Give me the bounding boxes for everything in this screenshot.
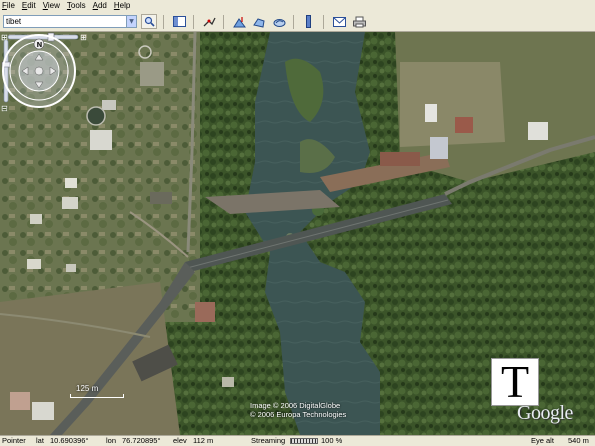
toolbar-separator: [223, 14, 224, 29]
menu-bar: File Edit View Tools Add Help: [0, 0, 595, 12]
google-logo: Google: [517, 402, 573, 424]
email-icon: [332, 17, 346, 27]
tour-icon: [203, 17, 216, 26]
lat-value: 10.690396°: [50, 436, 89, 445]
zoom-in-icon: ⊞: [80, 33, 87, 42]
sidebar-toggle-button[interactable]: [171, 14, 187, 29]
search-go-icon: [144, 16, 155, 27]
north-icon: N: [37, 41, 43, 49]
status-bar: Pointer lat 10.690396° lon 76.720895° el…: [0, 435, 595, 446]
reset-view-icon: [34, 66, 44, 76]
menu-file[interactable]: File: [2, 0, 15, 12]
menu-help[interactable]: Help: [114, 0, 130, 12]
menu-edit[interactable]: Edit: [22, 0, 36, 12]
ruler-button[interactable]: [301, 14, 317, 29]
print-button[interactable]: [351, 14, 367, 29]
toolbar: ▼: [0, 12, 595, 32]
navigation-compass[interactable]: N: [0, 32, 78, 110]
toolbar-separator: [163, 14, 164, 29]
search-combobox[interactable]: ▼: [3, 15, 137, 28]
eye-alt-label: Eye alt: [531, 436, 554, 445]
menu-add[interactable]: Add: [93, 0, 107, 12]
sidebar-toggle-icon: [172, 16, 186, 27]
copyright-line-2: © 2006 Europa Technologies: [250, 410, 347, 419]
menu-view[interactable]: View: [43, 0, 60, 12]
polygon-button[interactable]: [251, 14, 267, 29]
lon-label: lon: [106, 436, 117, 445]
placemark-icon: [232, 16, 246, 27]
polygon-icon: [252, 17, 265, 28]
menu-tools[interactable]: Tools: [67, 0, 86, 12]
search-input[interactable]: [4, 16, 126, 27]
path-button[interactable]: [271, 14, 287, 29]
toolbar-separator: [323, 14, 324, 29]
email-button[interactable]: [331, 14, 347, 29]
scale-label: 125 m: [76, 384, 99, 393]
scale-bar: [70, 394, 124, 398]
streaming-progress: [290, 438, 318, 444]
toolbar-separator: [193, 14, 194, 29]
toolbar-separator: [293, 14, 294, 29]
search-go-button[interactable]: [141, 14, 157, 29]
lat-label: lat: [36, 436, 44, 445]
map-viewport[interactable]: ⊟ ⊞ ⊞ ⊟ N T Image © 2006 DigitalGlobe © …: [0, 32, 595, 435]
copyright-line-1: Image © 2006 DigitalGlobe: [250, 401, 341, 410]
imagery-copyright: Image © 2006 DigitalGlobe © 2006 Europa …: [250, 401, 346, 419]
lon-value: 76.720895°: [122, 436, 161, 445]
streaming-label: Streaming: [251, 436, 286, 445]
pointer-label: Pointer: [2, 436, 26, 445]
chevron-down-icon[interactable]: ▼: [126, 16, 136, 27]
elev-label: elev: [173, 436, 187, 445]
overlay-image-tile: T: [491, 358, 539, 406]
print-icon: [352, 16, 366, 27]
ruler-icon: [306, 15, 311, 28]
placemark-button[interactable]: [231, 14, 247, 29]
eye-alt-value: 540 m: [568, 436, 589, 445]
tour-button[interactable]: [201, 14, 217, 29]
streaming-percent: 100 %: [321, 436, 343, 445]
elev-value: 112 m: [193, 436, 214, 445]
path-icon: [273, 18, 285, 27]
